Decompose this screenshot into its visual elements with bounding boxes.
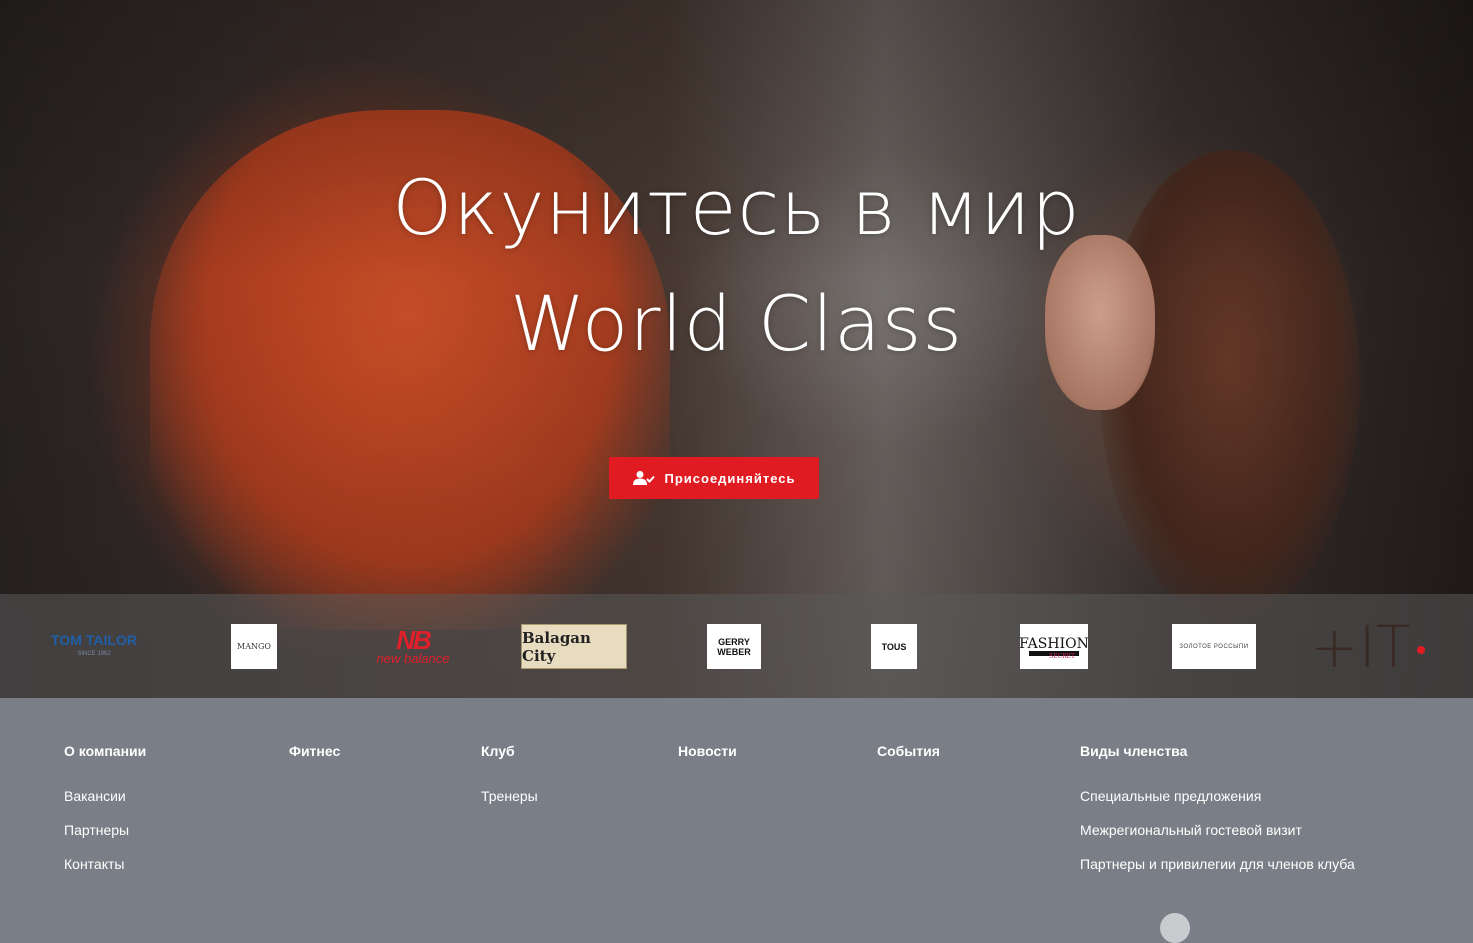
footer-heading-events[interactable]: События <box>877 742 940 760</box>
partner-brands-strip: TOM TAILOR SINCE 1962 MANGO NB new balan… <box>0 594 1473 698</box>
brand-logo-tous[interactable]: TOUS <box>871 624 917 669</box>
footer-column-membership: Виды членства Специальные предложения Ме… <box>1080 742 1355 889</box>
footer-heading-company[interactable]: О компании <box>64 742 146 760</box>
brand-logo-plus-it[interactable]: +IT <box>1310 624 1440 669</box>
brand-logo-new-balance[interactable]: NB new balance <box>368 624 458 669</box>
footer-heading-membership[interactable]: Виды членства <box>1080 742 1355 760</box>
footer-heading-fitness[interactable]: Фитнес <box>289 742 340 760</box>
footer-column-news: Новости <box>678 742 737 787</box>
footer-link-special-offers[interactable]: Специальные предложения <box>1080 787 1355 821</box>
footer-link-partners[interactable]: Партнеры <box>64 821 146 855</box>
footer-link-trainers[interactable]: Тренеры <box>481 787 538 821</box>
brand-logo-gerry-weber[interactable]: GERRY WEBER <box>707 624 761 669</box>
brand-logo-balagan-city[interactable]: Balagan City <box>521 624 627 669</box>
brand-logo-zolotoe-rossypi[interactable]: ЗОЛОТОЕ РОССЫПИ <box>1172 624 1256 669</box>
hero-title-line-1: Окунитесь в мир <box>392 163 1081 252</box>
footer-heading-news[interactable]: Новости <box>678 742 737 760</box>
join-button-label: Присоединяйтесь <box>664 470 796 486</box>
footer-column-fitness: Фитнес <box>289 742 340 787</box>
red-dot-icon <box>1417 645 1426 654</box>
hero-title: Окунитесь в мир World Class <box>0 150 1473 382</box>
footer-heading-club[interactable]: Клуб <box>481 742 538 760</box>
footer-column-club: Клуб Тренеры <box>481 742 538 821</box>
site-footer: О компании Вакансии Партнеры Контакты Фи… <box>0 698 1473 943</box>
brand-logo-tom-tailor[interactable]: TOM TAILOR SINCE 1962 <box>32 624 156 669</box>
social-icon[interactable] <box>1160 913 1190 943</box>
user-check-icon <box>632 470 655 486</box>
footer-link-guest-visit[interactable]: Межрегиональный гостевой визит <box>1080 821 1355 855</box>
footer-column-events: События <box>877 742 940 787</box>
footer-link-vacancies[interactable]: Вакансии <box>64 787 146 821</box>
brand-logo-mango[interactable]: MANGO <box>231 624 277 669</box>
footer-link-privileges[interactable]: Партнеры и привилегии для членов клуба <box>1080 855 1355 889</box>
join-button[interactable]: Присоединяйтесь <box>609 457 819 499</box>
footer-column-company: О компании Вакансии Партнеры Контакты <box>64 742 146 889</box>
footer-link-contacts[interactable]: Контакты <box>64 855 146 889</box>
hero-title-line-2: World Class <box>510 279 963 368</box>
brand-logo-fashion-secret[interactable]: FASHION SECRET <box>1020 624 1088 669</box>
